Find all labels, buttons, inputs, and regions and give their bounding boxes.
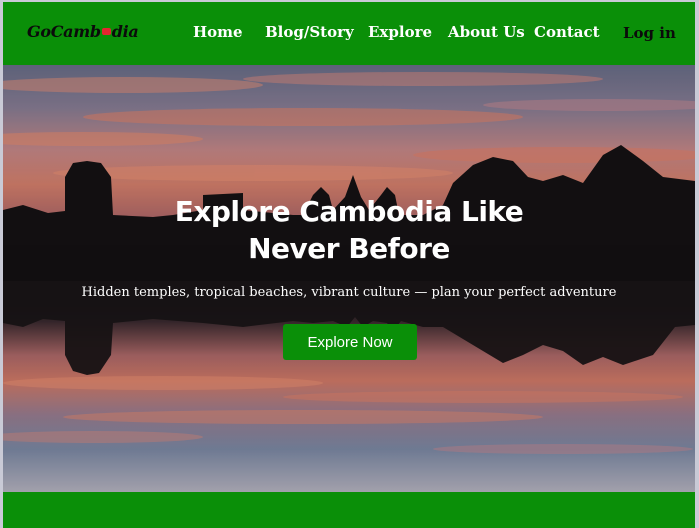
login-link[interactable]: Log in	[623, 24, 676, 42]
explore-now-button[interactable]: Explore Now	[283, 324, 417, 360]
nav-item-explore[interactable]: Explore	[368, 23, 432, 41]
hero-section: Explore Cambodia Like Never Before Hidde…	[3, 65, 695, 492]
navbar: GoCamb dia Home Blog/Story Explore About …	[3, 2, 695, 65]
hero-background-image	[3, 65, 695, 492]
nav-links: Home Blog/Story Explore About Us Contact	[3, 23, 695, 45]
hero-title: Explore Cambodia Like Never Before	[3, 193, 695, 267]
page-frame: GoCamb dia Home Blog/Story Explore About …	[3, 2, 695, 528]
hero-subtitle: Hidden temples, tropical beaches, vibran…	[81, 285, 617, 300]
nav-item-home[interactable]: Home	[193, 23, 243, 41]
nav-item-contact[interactable]: Contact	[534, 23, 600, 41]
nav-item-blog-story[interactable]: Blog/Story	[265, 23, 354, 41]
green-band	[3, 492, 695, 528]
nav-item-about-us[interactable]: About Us	[448, 23, 525, 41]
hero-title-line-1: Explore Cambodia Like	[174, 195, 524, 228]
hero-title-line-2: Never Before	[248, 232, 450, 265]
